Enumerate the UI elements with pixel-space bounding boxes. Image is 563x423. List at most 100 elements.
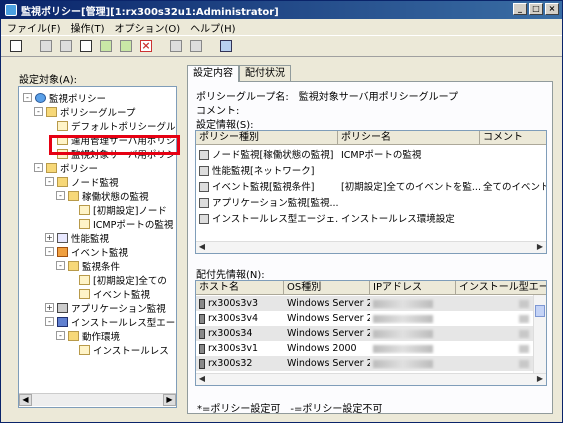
col-comment[interactable]: コメント <box>480 131 546 144</box>
collapse-toggle[interactable]: - <box>56 261 65 270</box>
tree-node[interactable]: - ポリシーグループ <box>34 105 135 119</box>
tree-node[interactable]: - イベント監視 <box>45 245 128 259</box>
table-row[interactable]: アプリケーション監視[監視... <box>196 194 546 209</box>
tree-node-label: ポリシー <box>60 163 99 175</box>
toolbar-delete-button[interactable]: × <box>137 37 155 55</box>
tree-node[interactable]: [初期設定]ノード <box>67 203 167 217</box>
tree-node[interactable]: インストールレス <box>67 343 169 357</box>
table-row[interactable]: rx300s3v1 Windows 2000 <box>196 341 533 356</box>
minimize-button[interactable]: _ <box>513 3 527 15</box>
tree-hscroll[interactable]: ◀ ▶ <box>19 393 176 406</box>
tree-node[interactable]: - インストールレス型エー <box>45 315 175 329</box>
collapse-toggle[interactable]: - <box>23 93 32 102</box>
tree-node[interactable]: イベント監視 <box>67 287 150 301</box>
host-hscroll[interactable]: ◀ ▶ <box>196 373 546 385</box>
collapse-toggle[interactable]: - <box>34 107 43 116</box>
menu-help[interactable]: ヘルプ(H) <box>190 20 235 35</box>
scroll-right-arrow[interactable]: ▶ <box>163 394 176 406</box>
col-policy-name[interactable]: ポリシー名 <box>338 131 480 144</box>
policy-hscroll[interactable]: ◀ ▶ <box>196 241 546 253</box>
scroll-thumb[interactable] <box>535 305 545 317</box>
tree-node[interactable]: - 監視ポリシー <box>23 91 106 105</box>
policy-tree[interactable]: - 監視ポリシー - ポリシーグループデフォルトポリシーグル 運用管理サーバ用ポリシ 監視… <box>18 86 177 408</box>
tree-node[interactable]: 運用管理サーバ用ポリシ <box>45 133 175 147</box>
table-row[interactable]: rx300s32 Windows Server 2... <box>196 356 533 371</box>
toolbar-new-button[interactable] <box>37 37 55 55</box>
collapse-toggle[interactable]: - <box>45 317 54 326</box>
window-title: 監視ポリシー[管理][1:rx300s32u1:Administrator] <box>21 6 279 18</box>
tree-node[interactable]: - 稼働状態の監視 <box>56 189 149 203</box>
table-row[interactable]: 性能監視[ネットワーク] <box>196 162 546 177</box>
host-name-cell: rx300s3v1 <box>208 343 259 354</box>
expand-toggle[interactable]: + <box>45 233 54 242</box>
os-type-cell: Windows 2000 <box>287 343 357 354</box>
tree-node[interactable]: + アプリケーション監視 <box>45 301 166 315</box>
toolbar-settings-button[interactable] <box>187 37 205 55</box>
col-ip-address[interactable]: IPアドレス <box>370 281 456 294</box>
host-name-cell: rx300s32 <box>208 358 253 369</box>
collapse-toggle[interactable]: - <box>56 191 65 200</box>
doc-icon <box>57 148 68 159</box>
scroll-right-arrow[interactable]: ▶ <box>534 374 546 385</box>
toolbar-edit-button[interactable] <box>77 37 95 55</box>
expand-toggle[interactable]: + <box>45 303 54 312</box>
collapse-toggle[interactable]: - <box>45 247 54 256</box>
tree-node[interactable]: [初期設定]全ての <box>67 273 167 287</box>
maximize-button[interactable]: □ <box>529 3 543 15</box>
host-table[interactable]: ホスト名 OS種別 IPアドレス インストール型エージ rx300s3v3 Win… <box>195 280 547 386</box>
comment-label: コメント: <box>196 106 240 117</box>
toolbar-add-button[interactable] <box>97 37 115 55</box>
table-row[interactable]: イベント監視[監視条件] [初期設定]全てのイベントを監... 全てのイベント <box>196 178 546 193</box>
scroll-left-arrow[interactable]: ◀ <box>196 242 208 253</box>
policy-table[interactable]: ポリシー種別 ポリシー名 コメント ノード監視[稼働状態の監視] ICMPポートの… <box>195 130 547 254</box>
toolbar-copy-button[interactable] <box>57 37 75 55</box>
col-install-agent[interactable]: インストール型エージ <box>456 281 546 294</box>
policy-name-cell: ICMPポートの監視 <box>341 149 422 161</box>
toolbar-open-button[interactable] <box>7 37 25 55</box>
os-type-cell: Windows Server 2... <box>287 358 370 369</box>
menu-options[interactable]: オプション(O) <box>114 20 180 35</box>
host-vscroll[interactable] <box>533 295 546 373</box>
close-button[interactable]: × <box>545 3 559 15</box>
table-row[interactable]: rx300s34 Windows Server 2... <box>196 326 533 341</box>
menu-file[interactable]: ファイル(F) <box>7 20 61 35</box>
col-os-type[interactable]: OS種別 <box>284 281 370 294</box>
col-policy-type[interactable]: ポリシー種別 <box>196 131 338 144</box>
doc-icon <box>79 204 90 215</box>
tab-settings[interactable]: 設定内容 <box>187 65 239 82</box>
tree-node[interactable]: デフォルトポリシーグル <box>45 119 176 133</box>
table-row[interactable]: rx300s3v3 Windows Server 2... <box>196 296 533 311</box>
toolbar-refresh-button[interactable] <box>117 37 135 55</box>
tree-node-label: [初期設定]全ての <box>93 275 167 287</box>
server-icon <box>199 328 205 339</box>
toolbar-view-button[interactable] <box>217 37 235 55</box>
doc-icon <box>79 344 90 355</box>
inst-icon <box>199 214 209 224</box>
tree-node[interactable]: - 動作環境 <box>56 329 120 343</box>
table-row[interactable]: インストールレス型エージェ... インストールレス環境設定 <box>196 210 546 225</box>
col-host-name[interactable]: ホスト名 <box>196 281 284 294</box>
tree-node[interactable]: + 性能監視 <box>45 231 109 245</box>
scroll-left-arrow[interactable]: ◀ <box>19 394 32 406</box>
toolbar-distribute-button[interactable] <box>167 37 185 55</box>
tree-node-label: デフォルトポリシーグル <box>71 121 176 133</box>
collapse-toggle[interactable]: - <box>34 163 43 172</box>
scroll-right-arrow[interactable]: ▶ <box>534 242 546 253</box>
tree-node[interactable]: - ポリシー <box>34 161 99 175</box>
tree-node[interactable]: - ノード監視 <box>45 175 119 189</box>
tree-node[interactable]: ICMPポートの監視 <box>67 217 173 231</box>
table-row[interactable]: rx300s3v4 Windows Server 2... <box>196 311 533 326</box>
collapse-toggle[interactable]: - <box>45 177 54 186</box>
collapse-toggle[interactable]: - <box>56 331 65 340</box>
tree-node[interactable]: - 監視条件 <box>56 259 120 273</box>
scroll-left-arrow[interactable]: ◀ <box>196 374 208 385</box>
settings-icon <box>190 40 202 52</box>
tree-node[interactable]: 監視対象サーバ用ポリシ <box>45 147 176 161</box>
title-bar[interactable]: 監視ポリシー[管理][1:rx300s32u1:Administrator] _… <box>1 1 562 19</box>
server-icon <box>199 298 205 309</box>
node-icon <box>199 150 209 160</box>
table-row[interactable]: ノード監視[稼働状態の監視] ICMPポートの監視 <box>196 146 546 161</box>
app-icon <box>5 4 17 16</box>
menu-operation[interactable]: 操作(T) <box>71 20 105 35</box>
tab-distribution[interactable]: 配付状況 <box>239 65 291 81</box>
